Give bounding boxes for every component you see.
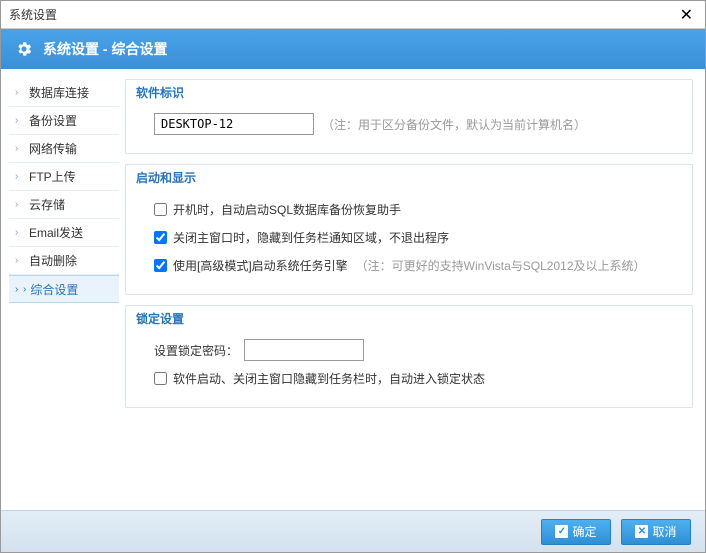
group-title-startup: 启动和显示 bbox=[132, 169, 200, 186]
chevron-right-icon: › bbox=[15, 227, 25, 238]
chevron-right-icon: › bbox=[15, 143, 25, 154]
checkbox-auto-lock[interactable] bbox=[154, 372, 167, 385]
checkbox-advanced-mode[interactable] bbox=[154, 259, 167, 272]
sidebar-item-network[interactable]: ›网络传输 bbox=[9, 135, 119, 163]
group-startup-display: 启动和显示 开机时，自动启动SQL数据库备份恢复助手 关闭主窗口时，隐藏到任务栏… bbox=[125, 164, 693, 295]
sidebar-item-general-settings[interactable]: ››综合设置 bbox=[9, 275, 119, 303]
sidebar-item-backup-settings[interactable]: ›备份设置 bbox=[9, 107, 119, 135]
body: ›数据库连接 ›备份设置 ›网络传输 ›FTP上传 ›云存储 ›Email发送 … bbox=[1, 69, 705, 510]
gear-icon bbox=[15, 40, 33, 58]
software-id-hint: （注：用于区分备份文件，默认为当前计算机名） bbox=[322, 116, 586, 133]
settings-window: 系统设置 ✕ 系统设置 - 综合设置 ›数据库连接 ›备份设置 ›网络传输 ›F… bbox=[0, 0, 706, 553]
label-auto-lock: 软件启动、关闭主窗口隐藏到任务栏时，自动进入锁定状态 bbox=[173, 370, 485, 387]
chevron-right-icon: › bbox=[15, 255, 25, 266]
chevron-right-icon: › bbox=[23, 284, 26, 295]
close-icon[interactable]: ✕ bbox=[674, 5, 699, 25]
lock-password-label: 设置锁定密码： bbox=[154, 342, 238, 359]
advanced-mode-hint: （注：可更好的支持WinVista与SQL2012及以上系统） bbox=[356, 257, 646, 274]
checkbox-autostart[interactable] bbox=[154, 203, 167, 216]
label-autostart: 开机时，自动启动SQL数据库备份恢复助手 bbox=[173, 201, 401, 218]
cancel-button[interactable]: ✕ 取消 bbox=[621, 519, 691, 545]
sidebar-item-ftp[interactable]: ›FTP上传 bbox=[9, 163, 119, 191]
lock-password-input[interactable] bbox=[244, 339, 364, 361]
sidebar-item-email[interactable]: ›Email发送 bbox=[9, 219, 119, 247]
sidebar-item-db-connection[interactable]: ›数据库连接 bbox=[9, 79, 119, 107]
chevron-right-icon: › bbox=[15, 171, 25, 182]
chevron-right-icon: › bbox=[15, 115, 25, 126]
group-title-software-id: 软件标识 bbox=[132, 84, 188, 101]
checkbox-hide-on-close[interactable] bbox=[154, 231, 167, 244]
sidebar-item-cloud[interactable]: ›云存储 bbox=[9, 191, 119, 219]
ok-button[interactable]: ✓ 确定 bbox=[541, 519, 611, 545]
sidebar: ›数据库连接 ›备份设置 ›网络传输 ›FTP上传 ›云存储 ›Email发送 … bbox=[9, 79, 119, 510]
chevron-right-icon: › bbox=[15, 87, 25, 98]
window-title: 系统设置 bbox=[9, 6, 57, 23]
label-hide-on-close: 关闭主窗口时，隐藏到任务栏通知区域，不退出程序 bbox=[173, 229, 449, 246]
group-title-lock: 锁定设置 bbox=[132, 310, 188, 327]
header-title: 系统设置 - 综合设置 bbox=[43, 39, 167, 59]
save-icon: ✓ bbox=[555, 525, 568, 538]
footer: ✓ 确定 ✕ 取消 bbox=[1, 510, 705, 552]
titlebar: 系统设置 ✕ bbox=[1, 1, 705, 29]
label-advanced-mode: 使用[高级模式]启动系统任务引擎 bbox=[173, 257, 348, 274]
cancel-icon: ✕ bbox=[635, 525, 648, 538]
sidebar-item-auto-delete[interactable]: ›自动删除 bbox=[9, 247, 119, 275]
software-id-input[interactable] bbox=[154, 113, 314, 135]
header-banner: 系统设置 - 综合设置 bbox=[1, 29, 705, 69]
chevron-right-icon: › bbox=[15, 199, 25, 210]
group-lock-settings: 锁定设置 设置锁定密码： 软件启动、关闭主窗口隐藏到任务栏时，自动进入锁定状态 bbox=[125, 305, 693, 408]
group-software-id: 软件标识 （注：用于区分备份文件，默认为当前计算机名） bbox=[125, 79, 693, 154]
content-panel: 软件标识 （注：用于区分备份文件，默认为当前计算机名） 启动和显示 开机时，自动… bbox=[125, 79, 697, 510]
